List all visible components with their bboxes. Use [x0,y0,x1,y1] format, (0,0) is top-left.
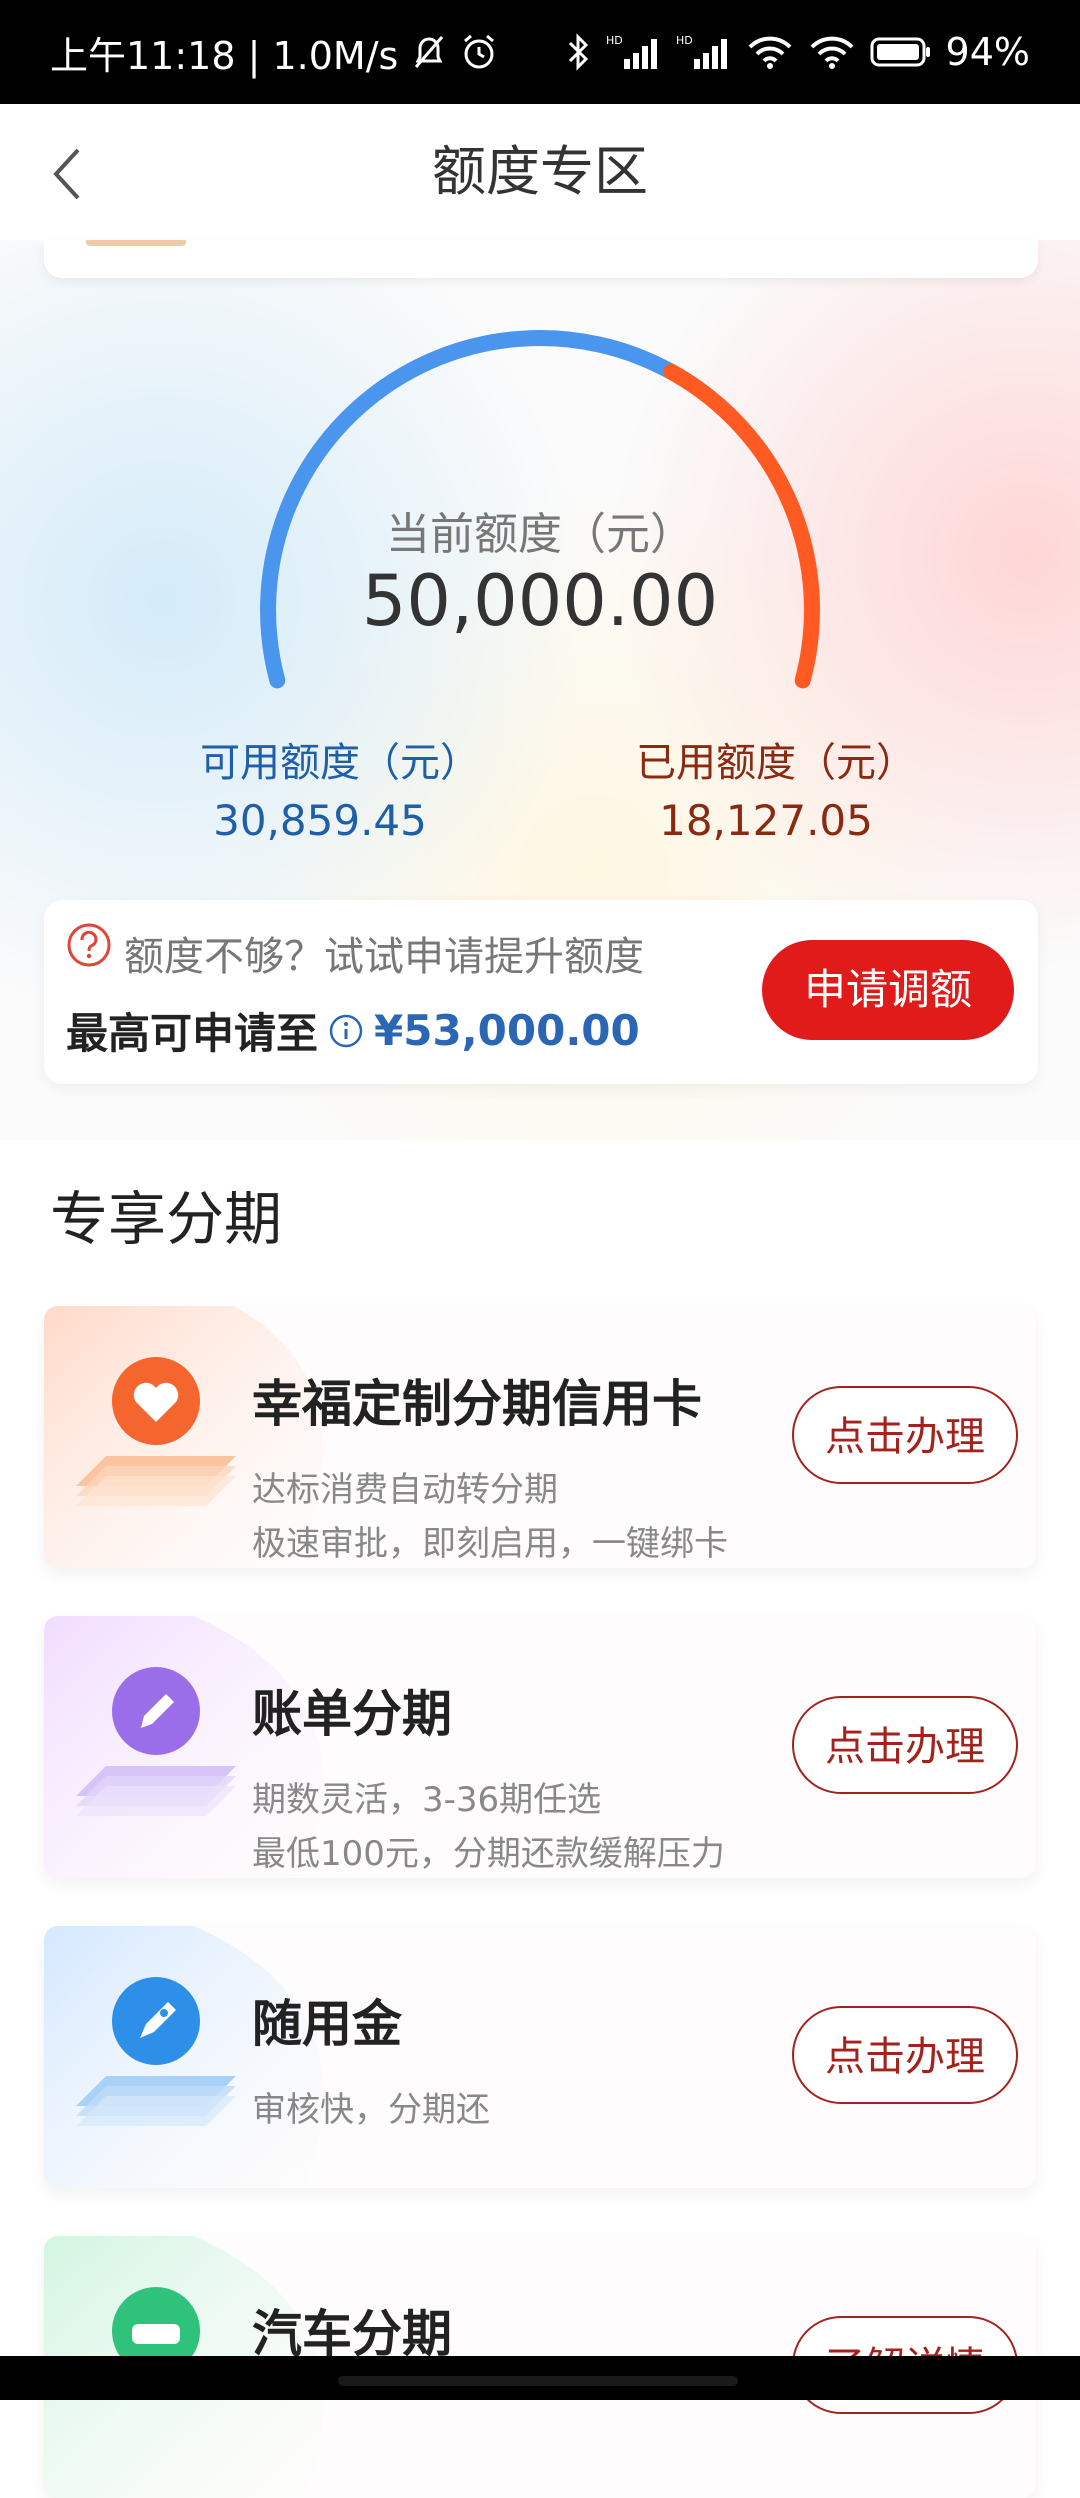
info-icon[interactable] [328,1013,364,1049]
card-2-title: 账单分期 [252,1685,452,1743]
battery-icon [870,35,932,69]
status-bar: 上午11:18 | 1.0M/s HD HD 94% [0,0,1080,104]
status-time: 上午11:18 | 1.0M/s [50,33,399,78]
page-title: 额度专区 [432,140,648,203]
signal-hd-2-icon: HD [676,33,732,71]
available-limit-label: 可用额度（元） [200,740,480,786]
bluetooth-icon [566,32,592,72]
signal-hd-1-icon: HD [606,33,662,71]
installment-card-1[interactable]: 幸福定制分期信用卡 达标消费自动转分期 极速审批，即刻启用，一键绑卡 点击办理 [44,1306,1036,1568]
question-icon[interactable] [66,922,112,968]
pencil-icon [76,1667,236,1816]
max-apply-line: 最高可申请至 ¥53,000.00 [66,1000,640,1061]
card-1-desc-2: 极速审批，即刻启用，一键绑卡 [252,1524,728,1564]
nav-bar: 额度专区 [0,104,1080,241]
raise-limit-hint: 额度不够？试试申请提升额度 [124,934,644,980]
svg-text:HD: HD [606,34,623,47]
installment-card-3[interactable]: 随用金 审核快，分期还 点击办理 [44,1926,1036,2188]
mute-bell-icon [412,33,446,71]
used-limit-label: 已用额度（元） [636,740,916,786]
card-3-apply-button[interactable]: 点击办理 [792,2006,1018,2104]
card-2-desc-1: 期数灵活，3-36期任选 [252,1780,602,1820]
card-1-title: 幸福定制分期信用卡 [252,1375,702,1433]
used-limit: 已用额度（元） 18,127.05 [636,730,916,845]
current-limit-value: 50,000.00 [361,560,719,642]
limit-hero: 当前额度（元） 50,000.00 可用额度（元） 30,859.45 已用额度… [0,240,1080,1140]
available-limit-value: 30,859.45 [213,796,427,845]
card-1-desc-1: 达标消费自动转分期 [252,1470,558,1510]
card-2-apply-button[interactable]: 点击办理 [792,1696,1018,1794]
rocket-icon [76,1977,236,2126]
card-3-title: 随用金 [252,1995,402,2053]
apply-adjust-button[interactable]: 申请调额 [762,940,1014,1040]
max-apply-label: 最高可申请至 [66,1009,319,1058]
installment-card-2[interactable]: 账单分期 期数灵活，3-36期任选 最低100元，分期还款缓解压力 点击办理 [44,1616,1036,1878]
svg-text:HD: HD [676,34,693,47]
current-limit-caption: 当前额度（元） [386,509,694,560]
wifi-secondary-icon [808,33,856,71]
wifi-icon [746,33,794,71]
home-indicator[interactable] [338,2376,738,2386]
heart-icon [76,1357,236,1506]
card-3-desc-1: 审核快，分期还 [252,2090,490,2130]
card-1-apply-button[interactable]: 点击办理 [792,1386,1018,1484]
alarm-icon [460,33,498,71]
available-limit: 可用额度（元） 30,859.45 [200,730,480,845]
section-title: 专享分期 [50,1185,283,1253]
raise-limit-card: 额度不够？试试申请提升额度 最高可申请至 ¥53,000.00 申请调额 [44,900,1038,1084]
used-limit-value: 18,127.05 [659,796,873,845]
card-2-desc-2: 最低100元，分期还款缓解压力 [252,1834,725,1874]
max-apply-value: ¥53,000.00 [374,1006,640,1055]
battery-percent: 94% [945,30,1030,74]
